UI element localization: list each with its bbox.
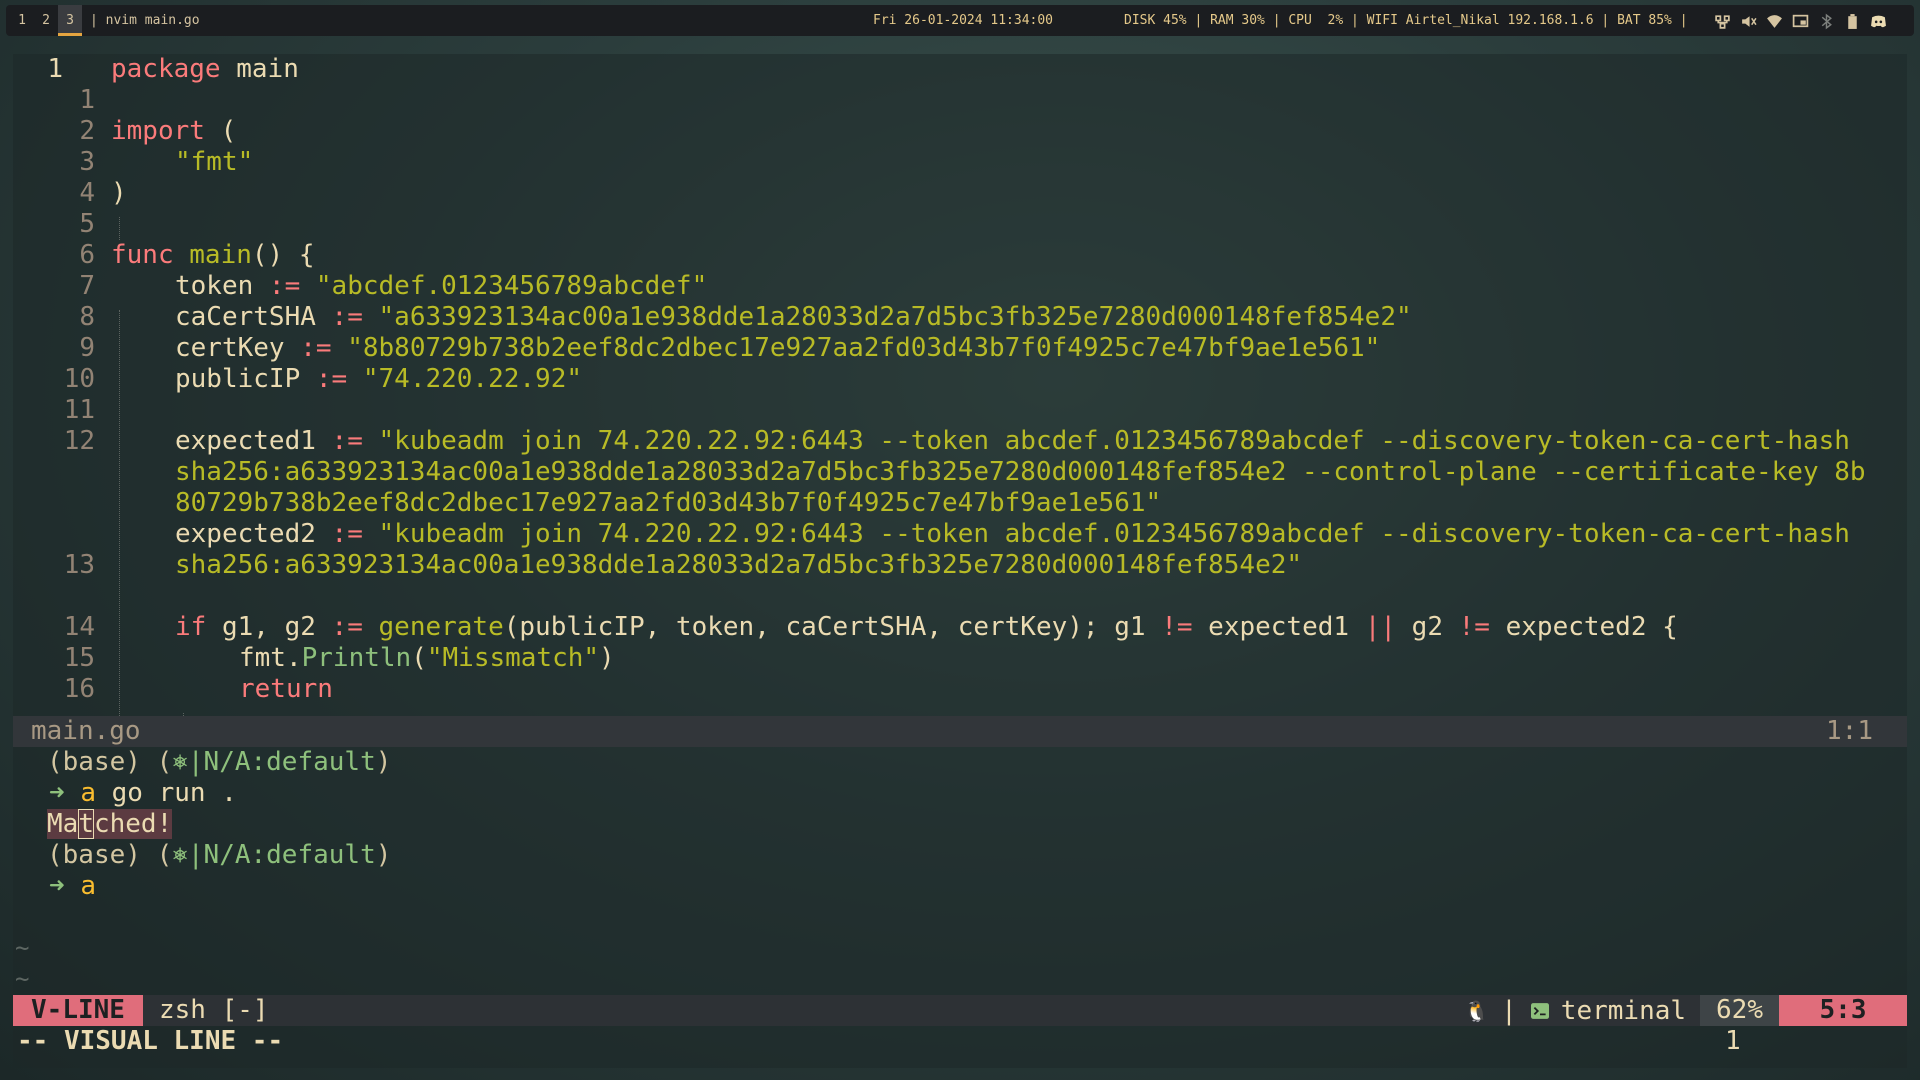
selection-count: 1 <box>1725 1026 1741 1056</box>
line-number: 16 <box>63 674 95 704</box>
code-line-12-wrap-1: sha256:a633923134ac00a1e938dde1a28033d2a… <box>175 457 1866 487</box>
code-line-10: publicIP := "74.220.22.92" <box>175 364 583 394</box>
line-number: 6 <box>79 240 95 270</box>
kubernetes-icon: ⎈ <box>172 840 188 870</box>
indent-guide <box>119 310 120 716</box>
code-line-7: token := "abcdef.0123456789abcdef" <box>175 271 708 301</box>
terminal-pane[interactable]: (base) (⎈|N/A:default) ➜ a go run . Matc… <box>13 747 1907 995</box>
code-line-8: caCertSHA := "a633923134ac00a1e938dde1a2… <box>175 302 1412 332</box>
line-number: 14 <box>63 612 95 642</box>
mode-message: -- VISUAL LINE -- <box>17 1026 284 1056</box>
line-number: 13 <box>63 550 95 580</box>
code-line-1: package main <box>111 54 299 84</box>
code-line-13-wrap-1: sha256:a633923134ac00a1e938dde1a28033d2a… <box>175 550 1303 580</box>
editor-pane[interactable]: 1 1 2 3 4 5 6 7 8 9 10 11 12 13 14 15 16… <box>13 54 1907 716</box>
line-number: 4 <box>79 178 95 208</box>
line-number: 12 <box>63 426 95 456</box>
window-title: | nvim main.go <box>90 13 200 28</box>
status-separator: | <box>1501 995 1517 1026</box>
clock[interactable]: Fri 26-01-2024 11:34:00 <box>873 5 1053 36</box>
discord-icon[interactable] <box>1870 13 1887 30</box>
empty-line-marker: ~ <box>15 965 30 993</box>
linux-icon: 🐧 <box>1464 998 1490 1023</box>
code-line-15: if g1, g2 := generate(publicIP, token, c… <box>175 612 1678 642</box>
code-line-3: "fmt" <box>175 147 254 177</box>
kubernetes-icon: ⎈ <box>172 747 188 777</box>
line-number: 7 <box>79 271 95 301</box>
line-number: 10 <box>63 364 95 394</box>
indent-guide <box>119 217 120 240</box>
file-name[interactable]: main.go <box>31 716 141 747</box>
workspace-2[interactable]: 2 <box>34 5 58 36</box>
code-line-17: return <box>239 674 333 704</box>
command-line-area[interactable]: -- VISUAL LINE -- 1 <box>13 1026 1907 1057</box>
workspace-1[interactable]: 1 <box>10 5 34 36</box>
bluetooth-icon[interactable] <box>1818 13 1835 30</box>
terminal-icon <box>1530 1002 1549 1019</box>
code-line-12-wrap-2: 80729b738b2eef8dc2dbec17e927aa2fd03d43b7… <box>175 488 1162 518</box>
output-line: Matched! <box>47 809 173 839</box>
line-number: 1 <box>47 54 63 84</box>
line-number: 11 <box>63 395 95 425</box>
code-line-4: ) <box>111 178 127 208</box>
line-number: 1 <box>79 85 95 115</box>
buffer-name: zsh [-] <box>159 995 269 1025</box>
code-line-13: expected2 := "kubeadm join 74.220.22.92:… <box>175 519 1850 549</box>
editor-statusbar: main.go 1:1 <box>13 716 1907 747</box>
mode-indicator: V-LINE <box>13 995 143 1026</box>
prompt-arrow-icon: ➜ <box>49 778 65 808</box>
screen-icon[interactable] <box>1792 13 1809 30</box>
top-bar: 1 2 3 | nvim main.go Fri 26-01-2024 11:3… <box>6 5 1914 36</box>
prompt-line: (base) (⎈|N/A:default) <box>47 747 392 777</box>
code-line-9: certKey := "8b80729b738b2eef8dc2dbec17e9… <box>175 333 1381 363</box>
cursor-line-col: 5:3 <box>1779 995 1907 1026</box>
prompt-arrow-icon: ➜ <box>49 871 65 901</box>
code-line-6: func main() { <box>111 240 315 270</box>
system-status: DISK 45% | RAM 30% | CPU 2% | WIFI Airte… <box>1124 13 1688 28</box>
code-line-12: expected1 := "kubeadm join 74.220.22.92:… <box>175 426 1850 456</box>
system-tray <box>1714 12 1887 30</box>
line-number: 15 <box>63 643 95 673</box>
code-line-2: import ( <box>111 116 237 146</box>
line-number: 5 <box>79 209 95 239</box>
cursor-position: 1:1 <box>1826 716 1873 746</box>
prompt-line-2: (base) (⎈|N/A:default) <box>47 840 392 870</box>
text-cursor: t <box>78 809 94 839</box>
filetype: terminal <box>1560 995 1687 1026</box>
empty-line-marker: ~ <box>15 934 30 962</box>
code-line-16: fmt.Println("Missmatch") <box>239 643 615 673</box>
line-number: 9 <box>79 333 95 363</box>
workspace-3[interactable]: 3 <box>58 5 82 36</box>
line-number: 8 <box>79 302 95 332</box>
command-line-2: ➜ a <box>49 871 96 901</box>
line-number: 3 <box>79 147 95 177</box>
network-icon[interactable] <box>1714 13 1731 30</box>
scroll-percent: 62% <box>1700 995 1779 1026</box>
line-number: 2 <box>79 116 95 146</box>
battery-icon[interactable] <box>1844 13 1861 30</box>
volume-muted-icon[interactable] <box>1740 13 1757 30</box>
wifi-icon[interactable] <box>1766 13 1783 30</box>
command-line: ➜ a go run . <box>49 778 237 808</box>
terminal-window[interactable]: 1 1 2 3 4 5 6 7 8 9 10 11 12 13 14 15 16… <box>13 54 1907 1068</box>
vim-statusline: V-LINE zsh [-] 🐧 | terminal 62% 5:3 <box>13 995 1907 1026</box>
